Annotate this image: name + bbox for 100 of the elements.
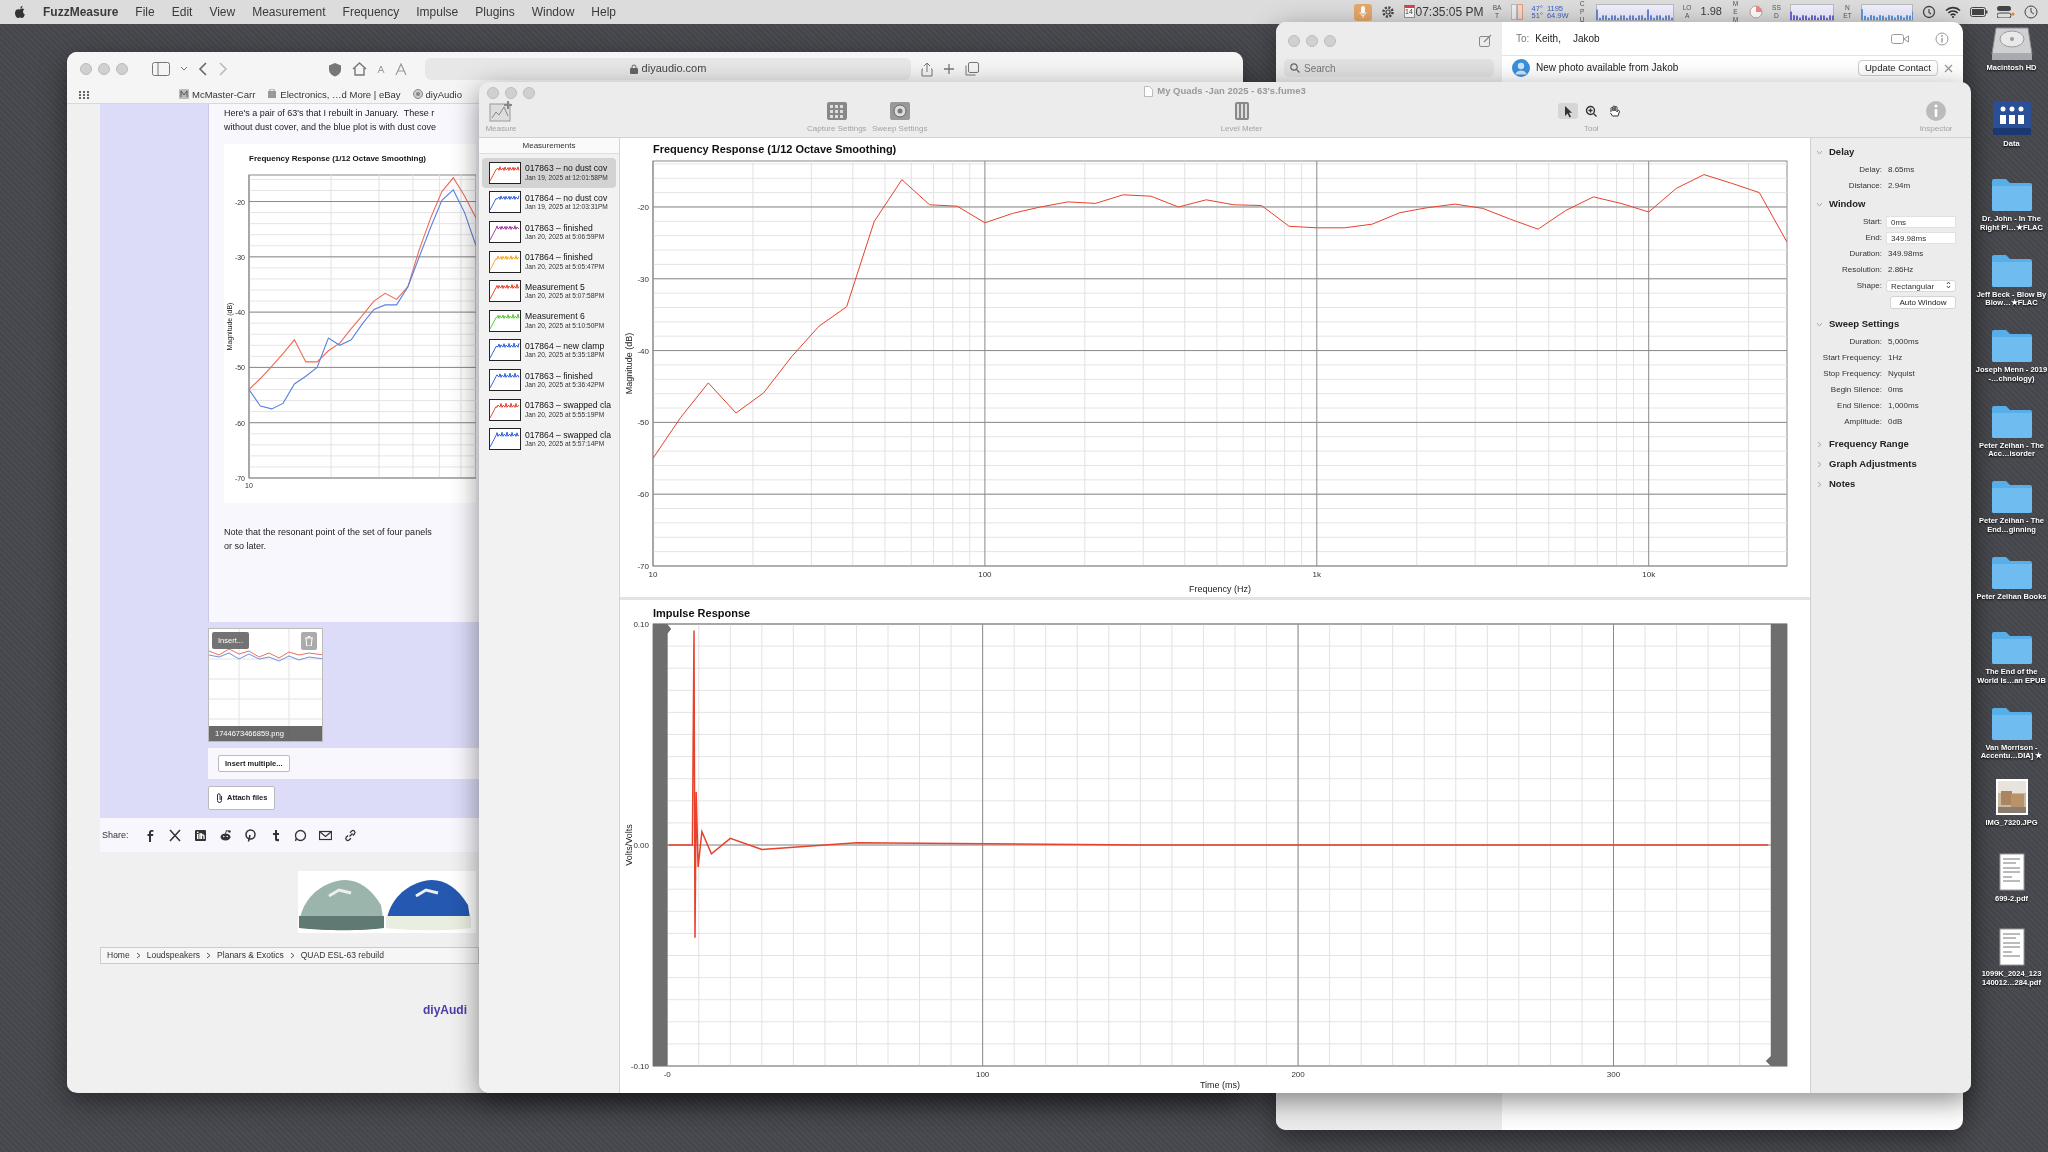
pinterest-icon[interactable] [243, 828, 257, 842]
section-title[interactable]: Frequency Range [1829, 438, 1909, 450]
axis-tick-label: -40 [637, 346, 649, 356]
breadcrumb-link[interactable]: Planars & Exotics [217, 950, 284, 961]
bookmark[interactable]: diyAudio [412, 88, 462, 101]
window-end-handle[interactable] [1765, 624, 1787, 1066]
reddit-icon[interactable] [218, 828, 232, 842]
recipient-name[interactable]: Jakob [1572, 32, 1600, 45]
hand-tool-icon [1607, 104, 1621, 118]
search-icon [1290, 63, 1300, 73]
shape-dropdown[interactable]: Rectangular [1886, 280, 1956, 292]
section-title[interactable]: Graph Adjustments [1829, 458, 1917, 470]
field-label: Stop Frequency: [1822, 369, 1882, 379]
measurement-name: 017864 – swapped cla [525, 430, 611, 441]
control-center-icon[interactable] [1997, 6, 2015, 18]
search-field[interactable]: Search [1284, 59, 1494, 77]
sidebar-icon[interactable] [152, 62, 170, 76]
tool-button[interactable] [1558, 103, 1579, 119]
microphone-icon [1358, 5, 1367, 19]
bookmark-favicon [179, 89, 189, 100]
wifi-icon[interactable] [1945, 6, 1961, 18]
measurement-name: 017864 – new clamp [525, 342, 605, 352]
field-value: 8.65ms [1888, 165, 1915, 175]
tabs-icon[interactable] [965, 62, 979, 76]
measurement-thumbnail [489, 191, 521, 214]
field-value: 349.98ms [1888, 249, 1924, 259]
measurement-name: 017863 – finished [525, 371, 594, 382]
chart-title: Frequency Response (1/12 Octave Smoothing) [653, 143, 897, 155]
menu-item[interactable]: Help [591, 4, 617, 20]
app-menu[interactable]: FuzzMeasure [43, 4, 119, 20]
chart-title: Frequency Response (1/12 Octave Smoothing) [249, 154, 426, 163]
clock-icon[interactable] [2024, 5, 2038, 19]
window-start-handle[interactable] [653, 624, 672, 1066]
menu-item[interactable]: Impulse [416, 4, 459, 20]
to-label: To: [1516, 32, 1530, 45]
section-title[interactable]: Notes [1829, 478, 1856, 490]
small-text-icon[interactable] [377, 65, 385, 73]
auto-window-button[interactable]: Auto Window [1890, 295, 1956, 309]
update-contact-button[interactable]: Update Contact [1858, 60, 1938, 76]
new-tab-icon[interactable] [943, 63, 955, 75]
disk-graph [1790, 3, 1834, 21]
menu-item[interactable]: Window [531, 4, 575, 20]
bookmark-favicon [267, 89, 278, 100]
axis-tick-label: -60 [637, 490, 649, 500]
shield-icon[interactable] [328, 61, 342, 77]
close-icon[interactable] [1944, 63, 1953, 73]
battery-level-icon [1510, 4, 1523, 20]
home-icon[interactable] [352, 62, 367, 76]
share-icon[interactable] [921, 61, 933, 77]
battery-icon[interactable] [1970, 6, 1988, 18]
section-title[interactable]: Window [1829, 198, 1866, 210]
x-logo-icon[interactable] [168, 828, 182, 842]
axis-tick-label: -0 [663, 1070, 671, 1079]
compose-icon[interactable] [1479, 34, 1492, 47]
axis-tick-label: 10k [1642, 570, 1656, 579]
menu-item[interactable]: Frequency [342, 4, 400, 20]
recipient-name[interactable]: Keith, [1535, 32, 1561, 45]
whatsapp-icon[interactable] [293, 828, 307, 842]
mail-icon[interactable] [318, 828, 332, 842]
column-header[interactable]: Measurements [479, 138, 619, 154]
banner-text: New photo available from Jakob [1536, 62, 1679, 74]
bookmark[interactable]: McMaster-Carr [179, 88, 256, 101]
video-call-icon[interactable] [1891, 32, 1909, 45]
gear-icon[interactable] [1380, 5, 1395, 19]
site-logo[interactable]: diyAudi [423, 1003, 479, 1018]
measurement-thumbnail [489, 161, 521, 184]
axis-tick-label: 100 [975, 1070, 990, 1079]
axis-title: Volts/Volts [624, 824, 634, 866]
menu-item[interactable]: Plugins [475, 4, 515, 20]
menu-item[interactable]: File [135, 4, 155, 20]
input-field[interactable]: 349.98ms [1886, 232, 1956, 244]
measurement-name: 017863 – swapped cla [525, 401, 611, 411]
section-title[interactable]: Sweep Settings [1829, 318, 1900, 330]
grid-icon[interactable] [79, 90, 89, 99]
post-paragraph: Here's a pair of 63's that I rebuilt in January. These r without dust cover, and the blue plot is with dust cove [224, 107, 438, 134]
stepper-icon [1946, 281, 1951, 289]
measurement-name: 017864 – finished [525, 253, 594, 263]
link-icon[interactable] [343, 828, 357, 842]
bookmark[interactable]: Electronics, …d More | eBay [267, 88, 401, 101]
section-title[interactable]: Delay [1829, 146, 1855, 158]
chevron-down-icon[interactable] [180, 66, 188, 72]
toolbar-label: Tool [1583, 124, 1599, 134]
axis-tick-label: 300 [1606, 1070, 1621, 1079]
menu-item[interactable]: View [209, 4, 236, 20]
measurement-thumbnail [489, 339, 521, 362]
axis-tick-label: 1k [1312, 570, 1322, 579]
breadcrumb-link[interactable]: Loudspeakers [146, 950, 201, 961]
menu-item[interactable]: Edit [171, 4, 193, 20]
breadcrumb-link[interactable]: QUAD ESL-63 rebuild [300, 950, 384, 961]
time-machine-icon[interactable] [1922, 5, 1936, 19]
linkedin-icon[interactable] [193, 828, 207, 842]
input-field[interactable]: 0ms [1886, 216, 1956, 228]
axis-tick-label: 0.10 [633, 620, 649, 629]
measurement-thumbnail [489, 428, 521, 451]
back-icon[interactable] [198, 62, 208, 76]
breadcrumb-link[interactable]: Home [107, 950, 130, 961]
menu-item[interactable]: Measurement [252, 4, 326, 20]
window-title: My Quads -Jan 2025 - 63's.fume3 [1157, 85, 1306, 97]
address-bar[interactable]: diyaudio.com [425, 58, 911, 80]
large-text-icon[interactable] [395, 63, 407, 75]
